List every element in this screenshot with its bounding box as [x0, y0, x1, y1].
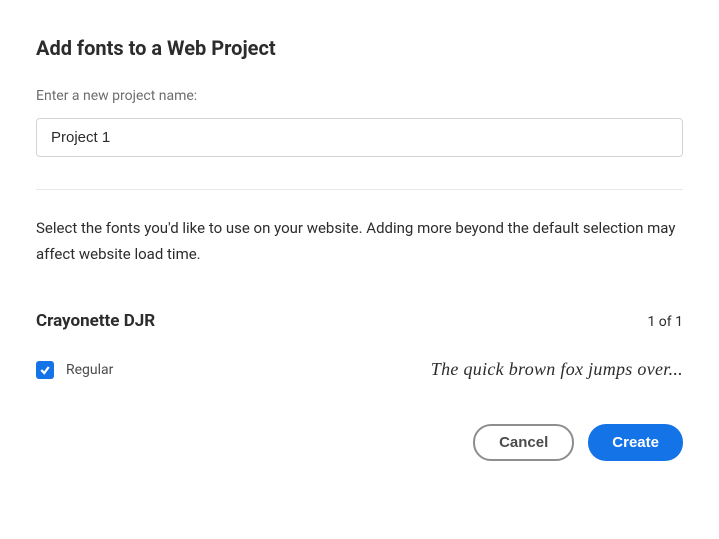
divider — [36, 189, 683, 190]
check-icon — [39, 364, 51, 376]
font-variant: Regular — [36, 361, 113, 379]
create-button[interactable]: Create — [588, 424, 683, 461]
cancel-button[interactable]: Cancel — [473, 424, 574, 461]
project-name-label: Enter a new project name: — [36, 88, 683, 104]
font-variant-checkbox[interactable] — [36, 361, 54, 379]
font-family-count: 1 of 1 — [647, 314, 683, 330]
dialog-title: Add fonts to a Web Project — [36, 36, 683, 60]
font-variant-label: Regular — [66, 362, 113, 378]
dialog-actions: Cancel Create — [36, 424, 683, 461]
font-family-header: Crayonette DJR 1 of 1 — [36, 311, 683, 331]
font-family-name: Crayonette DJR — [36, 311, 155, 331]
project-name-input[interactable] — [36, 118, 683, 157]
font-sample-text: The quick brown fox jumps over... — [431, 359, 683, 380]
font-variant-row: Regular The quick brown fox jumps over..… — [36, 359, 683, 380]
font-selection-description: Select the fonts you'd like to use on yo… — [36, 216, 683, 267]
